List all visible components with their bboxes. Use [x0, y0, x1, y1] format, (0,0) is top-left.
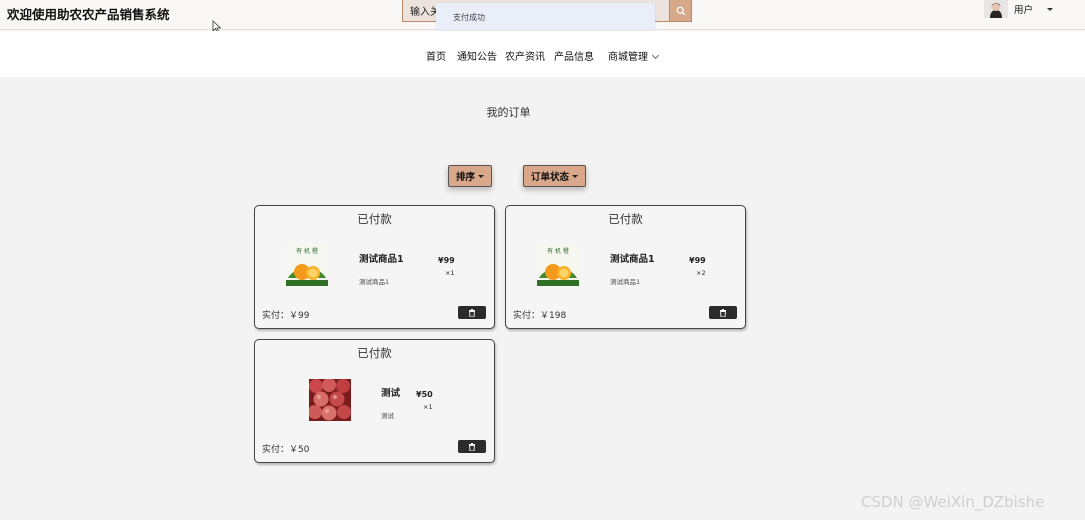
amount-paid: 实付：￥50 — [262, 445, 310, 455]
product-name: 测试商品1 — [359, 254, 404, 265]
caret-down-icon — [478, 174, 484, 178]
payment-success-toast: 支付成功 — [436, 3, 655, 30]
chevron-down-icon — [1047, 7, 1054, 11]
trash-icon — [469, 308, 475, 317]
nav-item-notices[interactable]: 通知公告 — [457, 48, 497, 63]
chevron-down-icon — [651, 51, 660, 60]
site-title: 欢迎使用助农农产品销售系统 — [7, 7, 170, 22]
order-card: 已付款 有 机 橙 测试商品1 测试商品1 ¥99 ×1 实付：￥99 — [254, 205, 495, 329]
sort-dropdown[interactable]: 排序 — [448, 165, 492, 187]
nav-item-home[interactable]: 首页 — [426, 48, 446, 63]
order-status: 已付款 — [608, 212, 643, 226]
trash-icon — [720, 308, 726, 317]
product-description: 测试商品1 — [610, 278, 641, 286]
svg-text:有 机 橙: 有 机 橙 — [547, 247, 569, 255]
search-icon — [676, 6, 685, 15]
product-price: ¥50 — [416, 390, 433, 399]
order-status: 已付款 — [357, 346, 392, 360]
product-price: ¥99 — [689, 256, 706, 265]
product-price: ¥99 — [438, 256, 455, 265]
product-name: 测试 — [381, 388, 401, 399]
delete-order-button[interactable] — [709, 306, 737, 319]
orange-fruit-image: 有 机 橙 — [537, 244, 579, 286]
watermark: CSDN @WeiXin_DZbishe — [861, 493, 1045, 511]
product-name: 测试商品1 — [610, 254, 655, 265]
nav-item-label: 商城管理 — [608, 52, 648, 63]
amount-paid: 实付：￥198 — [513, 311, 567, 321]
top-bar: 欢迎使用助农农产品销售系统 支付成功 用户 — [0, 0, 1085, 34]
user-menu[interactable]: 用户 — [984, 0, 1054, 18]
sort-label: 排序 — [455, 172, 475, 183]
apples-image — [309, 379, 351, 421]
order-status-dropdown[interactable]: 订单状态 — [523, 165, 586, 187]
order-card: 已付款 测试 测试 ¥50 ×1 实付：￥50 — [254, 339, 495, 463]
caret-down-icon — [572, 174, 578, 178]
delete-order-button[interactable] — [458, 306, 486, 319]
page-title: 我的订单 — [486, 106, 531, 119]
product-quantity: ×2 — [696, 269, 706, 277]
avatar — [984, 0, 1008, 18]
svg-text:有 机 橙: 有 机 橙 — [296, 247, 318, 255]
order-status-label: 订单状态 — [530, 172, 569, 183]
product-quantity: ×1 — [423, 403, 433, 411]
order-status: 已付款 — [357, 212, 392, 226]
main-nav: 首页 通知公告 农产资讯 产品信息 商城管理 — [0, 31, 1085, 77]
nav-item-products[interactable]: 产品信息 — [554, 48, 594, 63]
nav-item-farm-news[interactable]: 农产资讯 — [505, 48, 545, 63]
user-label: 用户 — [1014, 5, 1034, 16]
order-card: 已付款 有 机 橙 测试商品1 测试商品1 ¥99 ×2 实付：￥198 — [505, 205, 746, 329]
nav-item-mall-management[interactable]: 商城管理 — [608, 48, 660, 63]
delete-order-button[interactable] — [458, 440, 486, 453]
product-description: 测试商品1 — [359, 278, 390, 286]
amount-paid: 实付：￥99 — [262, 311, 310, 321]
orange-fruit-image: 有 机 橙 — [286, 244, 328, 286]
search-button[interactable] — [669, 0, 691, 21]
trash-icon — [469, 442, 475, 451]
product-description: 测试 — [381, 412, 394, 420]
product-quantity: ×1 — [445, 269, 455, 277]
